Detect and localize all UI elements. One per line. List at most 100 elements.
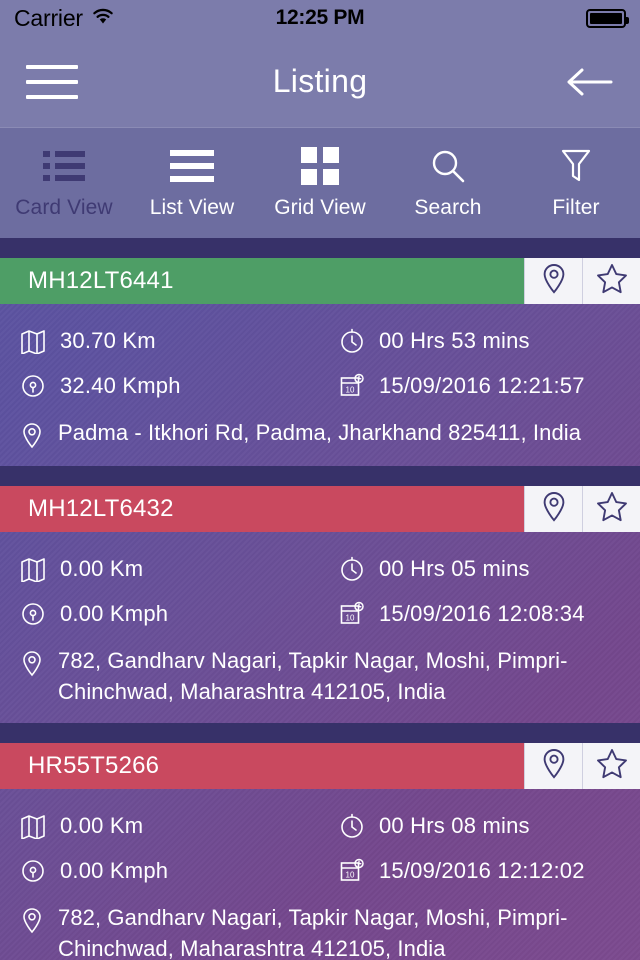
speed-value: 32.40 Kmph (60, 372, 181, 398)
page-title: Listing (272, 63, 368, 99)
map-fold-icon (20, 328, 46, 354)
favorite-button[interactable] (582, 743, 640, 789)
distance-stat: 0.00 Km (0, 813, 321, 839)
card-stat-row: 0.00 Kmph 10 15/09/2016 12:08:34 (0, 591, 640, 636)
duration-value: 00 Hrs 08 mins (379, 812, 530, 838)
magnifier-icon (429, 147, 467, 185)
speedometer-icon (20, 601, 46, 627)
duration-stat: 00 Hrs 05 mins (321, 556, 640, 582)
card-separator (0, 723, 640, 743)
toolbar-item-grid-view[interactable]: Grid View (256, 146, 384, 220)
svg-text:10: 10 (346, 385, 355, 394)
distance-value: 0.00 Km (60, 812, 144, 838)
favorite-button[interactable] (582, 486, 640, 532)
status-bar: Carrier 12:25 PM (0, 0, 640, 36)
speedometer-icon (20, 858, 46, 884)
arrow-left-icon[interactable] (564, 65, 614, 99)
card-header: MH12LT6432 (0, 486, 640, 532)
favorite-button[interactable] (582, 258, 640, 304)
star-icon (595, 747, 629, 785)
card-header: HR55T5266 (0, 743, 640, 789)
location-pin-icon (539, 747, 569, 786)
list-lines-icon (170, 147, 214, 185)
hamburger-menu-icon[interactable] (26, 64, 78, 99)
clock-icon (339, 813, 365, 839)
star-icon (595, 490, 629, 528)
card-separator (0, 466, 640, 486)
grid-squares-icon (301, 146, 339, 185)
clock-icon (339, 556, 365, 582)
card-stat-row: 0.00 Km 00 Hrs 08 mins (0, 803, 640, 848)
carrier-label: Carrier (14, 4, 83, 31)
calendar-clock-icon: 10 (339, 601, 365, 627)
location-pin-icon (20, 416, 44, 450)
card-stat-row: 0.00 Kmph 10 15/09/2016 12:12:02 (0, 848, 640, 893)
toolbar-item-list-view[interactable]: List View (128, 147, 256, 220)
toolbar-item-card-view[interactable]: Card View (0, 147, 128, 220)
datetime-value: 15/09/2016 12:21:57 (379, 372, 585, 398)
wifi-icon (91, 7, 115, 30)
status-bar-right (586, 8, 629, 28)
toolbar-label-grid-view: Grid View (274, 195, 366, 219)
vehicle-card[interactable]: HR55T5266 0.00 Km 00 Hrs 08 mins 0.00 Km… (0, 743, 640, 960)
speed-stat: 0.00 Kmph (0, 858, 321, 884)
vehicle-plate: HR55T5266 (28, 752, 160, 779)
vehicle-plate: MH12LT6432 (28, 495, 174, 522)
locate-button[interactable] (524, 486, 582, 532)
vehicle-card[interactable]: MH12LT6441 30.70 Km 00 Hrs 53 mins 32.40… (0, 258, 640, 466)
toolbar-item-search[interactable]: Search (384, 147, 512, 220)
speed-value: 0.00 Kmph (60, 857, 169, 883)
speed-stat: 32.40 Kmph (0, 373, 321, 399)
map-fold-icon (20, 813, 46, 839)
card-separator (0, 238, 640, 258)
datetime-stat: 10 15/09/2016 12:08:34 (321, 601, 640, 627)
distance-stat: 0.00 Km (0, 556, 321, 582)
toolbar-item-filter[interactable]: Filter (512, 147, 640, 220)
duration-stat: 00 Hrs 53 mins (321, 328, 640, 354)
address-row: Padma - Itkhori Rd, Padma, Jharkhand 825… (0, 408, 640, 450)
location-pin-icon (20, 644, 44, 678)
duration-value: 00 Hrs 53 mins (379, 327, 530, 353)
address-row: 782, Gandharv Nagari, Tapkir Nagar, Mosh… (0, 636, 640, 707)
navigation-bar: Listing (0, 36, 640, 128)
status-bar-left: Carrier (14, 5, 115, 32)
datetime-stat: 10 15/09/2016 12:12:02 (321, 858, 640, 884)
card-body: 0.00 Km 00 Hrs 05 mins 0.00 Kmph 10 15/0… (0, 532, 640, 723)
toolbar-label-filter: Filter (552, 195, 600, 219)
clock-icon (339, 328, 365, 354)
toolbar-label-search: Search (414, 195, 482, 219)
address-value: 782, Gandharv Nagari, Tapkir Nagar, Mosh… (58, 905, 568, 960)
card-body: 0.00 Km 00 Hrs 08 mins 0.00 Kmph 10 15/0… (0, 789, 640, 960)
toolbar-label-card-view: Card View (15, 195, 113, 219)
card-stat-row: 32.40 Kmph 10 15/09/2016 12:21:57 (0, 363, 640, 408)
view-toolbar: Card View List View Grid View Search Fil… (0, 128, 640, 238)
vehicle-card-list[interactable]: MH12LT6441 30.70 Km 00 Hrs 53 mins 32.40… (0, 238, 640, 960)
funnel-icon (560, 147, 592, 185)
location-pin-icon (539, 262, 569, 301)
vehicle-plate: MH12LT6441 (28, 267, 174, 294)
card-header: MH12LT6441 (0, 258, 640, 304)
datetime-value: 15/09/2016 12:08:34 (379, 600, 585, 626)
calendar-clock-icon: 10 (339, 858, 365, 884)
locate-button[interactable] (524, 258, 582, 304)
duration-value: 00 Hrs 05 mins (379, 555, 530, 581)
toolbar-label-list-view: List View (149, 195, 235, 219)
star-icon (595, 262, 629, 300)
calendar-clock-icon: 10 (339, 373, 365, 399)
duration-stat: 00 Hrs 08 mins (321, 813, 640, 839)
svg-text:10: 10 (346, 613, 355, 622)
address-value: Padma - Itkhori Rd, Padma, Jharkhand 825… (58, 420, 582, 445)
address-row: 782, Gandharv Nagari, Tapkir Nagar, Mosh… (0, 893, 640, 960)
speed-value: 0.00 Kmph (60, 600, 169, 626)
distance-value: 0.00 Km (60, 555, 144, 581)
bulleted-list-icon (43, 147, 85, 185)
location-pin-icon (539, 490, 569, 529)
svg-text:10: 10 (346, 870, 355, 879)
distance-value: 30.70 Km (60, 327, 156, 353)
locate-button[interactable] (524, 743, 582, 789)
card-body: 30.70 Km 00 Hrs 53 mins 32.40 Kmph 10 15… (0, 304, 640, 466)
speed-stat: 0.00 Kmph (0, 601, 321, 627)
speedometer-icon (20, 373, 46, 399)
datetime-value: 15/09/2016 12:12:02 (379, 857, 585, 883)
vehicle-card[interactable]: MH12LT6432 0.00 Km 00 Hrs 05 mins 0.00 K… (0, 486, 640, 723)
